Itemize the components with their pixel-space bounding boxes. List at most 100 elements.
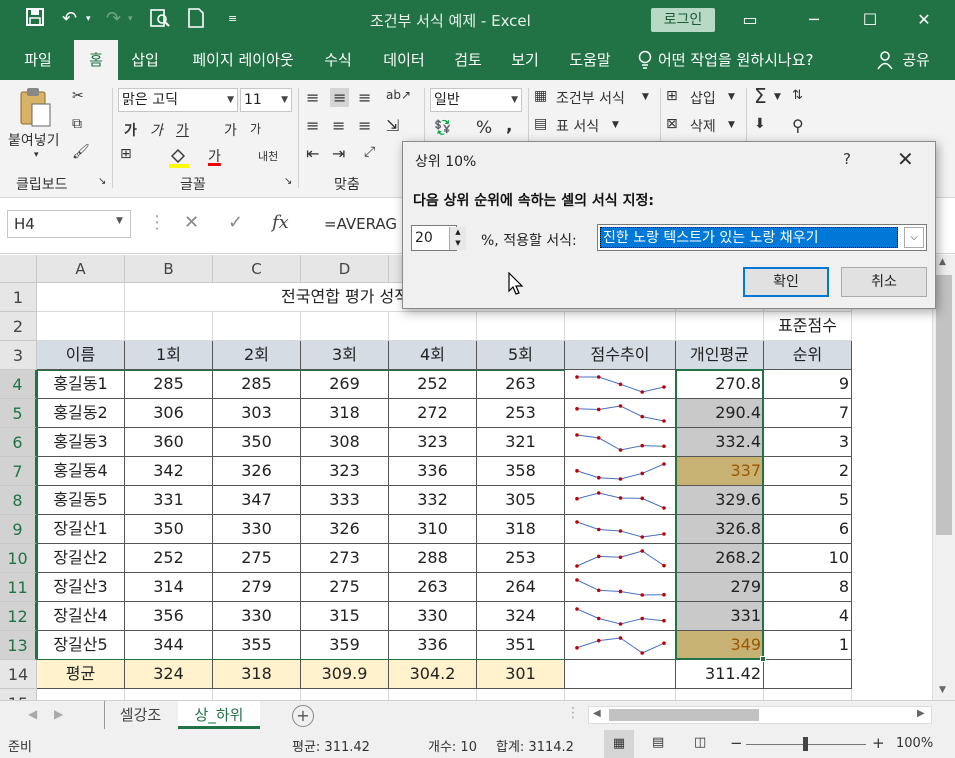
sparkline-cell[interactable]	[565, 515, 676, 544]
personal-average-cell[interactable]: 270.8	[676, 370, 764, 399]
row-header[interactable]: 1	[0, 283, 37, 312]
score-cell[interactable]: 264	[477, 573, 565, 602]
score-cell[interactable]: 315	[301, 602, 389, 631]
row-header[interactable]: 3	[0, 341, 37, 370]
zoom-slider-thumb[interactable]	[803, 737, 808, 751]
score-cell[interactable]: 303	[213, 399, 301, 428]
tab-view[interactable]: 보기	[504, 40, 546, 80]
column-header[interactable]: D	[301, 255, 389, 283]
spin-up-icon[interactable]: ▲	[450, 227, 466, 238]
conditional-format-icon[interactable]: ▦	[534, 88, 547, 104]
close-icon[interactable]: ✕	[897, 147, 914, 171]
zoom-out-icon[interactable]: −	[730, 734, 743, 752]
score-cell[interactable]: 333	[301, 486, 389, 515]
save-icon[interactable]	[26, 8, 44, 31]
new-file-icon[interactable]	[188, 8, 204, 33]
customize-qat-icon[interactable]: ≡	[228, 12, 237, 25]
tell-me-search[interactable]: 어떤 작업을 원하시나요?	[658, 40, 830, 80]
average-value-cell[interactable]: 324	[125, 660, 213, 689]
score-cell[interactable]: 326	[301, 515, 389, 544]
rank-cell[interactable]: 5	[764, 486, 852, 515]
sort-filter-icon[interactable]: ⇅	[792, 88, 803, 103]
format-select[interactable]: 진한 노랑 텍스트가 있는 노랑 채우기 ⌵	[597, 224, 927, 251]
average-label-cell[interactable]: 평균	[37, 660, 125, 689]
personal-average-cell[interactable]: 337	[676, 457, 764, 486]
chevron-down-icon[interactable]: ⌵	[904, 227, 924, 248]
sparkline-cell[interactable]	[565, 602, 676, 631]
row-header[interactable]: 15	[0, 689, 37, 700]
merge-center-icon[interactable]: ⤢	[364, 144, 375, 160]
score-cell[interactable]: 263	[389, 573, 477, 602]
sheet-tab-top-bottom[interactable]: 상_하위	[178, 701, 260, 729]
row-header[interactable]: 9	[0, 515, 37, 544]
score-cell[interactable]: 359	[301, 631, 389, 660]
sparkline-cell[interactable]	[565, 370, 676, 399]
align-middle-icon[interactable]: ≡	[330, 88, 350, 107]
tab-formulas[interactable]: 수식	[314, 40, 362, 80]
grid-cell[interactable]	[676, 312, 764, 341]
score-cell[interactable]: 275	[213, 544, 301, 573]
score-cell[interactable]: 323	[389, 428, 477, 457]
minimize-icon[interactable]: ─	[804, 10, 824, 30]
overall-average-cell[interactable]: 311.42	[676, 660, 764, 689]
score-cell[interactable]: 347	[213, 486, 301, 515]
insert-function-icon[interactable]: fx	[272, 212, 289, 233]
score-cell[interactable]: 275	[301, 573, 389, 602]
table-header-cell[interactable]: 이름	[37, 341, 125, 370]
phonetic-icon[interactable]: 내천	[258, 148, 278, 164]
align-top-icon[interactable]: ≡	[306, 88, 319, 107]
tab-split-icon[interactable]: ⋮	[566, 705, 580, 721]
score-cell[interactable]: 306	[125, 399, 213, 428]
fill-color-icon[interactable]	[168, 146, 190, 172]
row-header[interactable]: 14	[0, 660, 37, 689]
print-preview-icon[interactable]	[150, 8, 170, 33]
table-header-cell[interactable]: 2회	[213, 341, 301, 370]
horizontal-scrollbar[interactable]: ◀ ▶	[588, 706, 932, 724]
grid-cell[interactable]	[213, 689, 301, 700]
score-cell[interactable]: 324	[477, 602, 565, 631]
scroll-up-icon[interactable]: ▲	[939, 257, 946, 267]
table-header-cell[interactable]: 1회	[125, 341, 213, 370]
percent-icon[interactable]: %	[476, 118, 492, 138]
score-cell[interactable]: 330	[213, 515, 301, 544]
average-value-cell[interactable]: 318	[213, 660, 301, 689]
name-cell[interactable]: 홍길동3	[37, 428, 125, 457]
table-header-cell[interactable]: 5회	[477, 341, 565, 370]
score-cell[interactable]: 252	[125, 544, 213, 573]
table-header-cell[interactable]: 3회	[301, 341, 389, 370]
grid-cell[interactable]	[389, 689, 477, 700]
name-box[interactable]: H4	[7, 210, 131, 238]
score-cell[interactable]: 272	[389, 399, 477, 428]
rank-cell[interactable]: 8	[764, 573, 852, 602]
scroll-thumb[interactable]	[936, 275, 952, 535]
score-cell[interactable]: 252	[389, 370, 477, 399]
add-sheet-icon[interactable]: +	[292, 705, 314, 727]
close-window-icon[interactable]: ✕	[914, 10, 934, 30]
percent-spinner-input[interactable]: 20 ▲ ▼	[411, 225, 466, 251]
sparkline-cell[interactable]	[565, 631, 676, 660]
vertical-scrollbar[interactable]: ▲ ▼	[932, 255, 955, 700]
rank-cell[interactable]: 10	[764, 544, 852, 573]
rank-cell[interactable]: 2	[764, 457, 852, 486]
rank-cell[interactable]: 1	[764, 631, 852, 660]
sparkline-cell[interactable]	[565, 544, 676, 573]
tab-page-layout[interactable]: 페이지 레이아웃	[180, 40, 306, 80]
formula-input[interactable]: =AVERAG	[324, 210, 414, 238]
login-button[interactable]: 로그인	[651, 8, 715, 32]
sparkline-cell[interactable]	[565, 399, 676, 428]
grid-cell[interactable]	[565, 660, 676, 689]
grid-cell[interactable]	[125, 689, 213, 700]
table-header-cell[interactable]: 4회	[389, 341, 477, 370]
score-cell[interactable]: 263	[477, 370, 565, 399]
insert-cells-button[interactable]: 삽입	[690, 88, 716, 108]
tab-file[interactable]: 파일	[14, 40, 62, 80]
enter-icon[interactable]: ✓	[228, 212, 243, 233]
score-cell[interactable]: 358	[477, 457, 565, 486]
personal-average-cell[interactable]: 326.8	[676, 515, 764, 544]
score-cell[interactable]: 331	[125, 486, 213, 515]
row-header[interactable]: 13	[0, 631, 37, 660]
name-cell[interactable]: 홍길동4	[37, 457, 125, 486]
grow-font-button[interactable]: 가	[224, 120, 237, 140]
name-cell[interactable]: 홍길동2	[37, 399, 125, 428]
score-cell[interactable]: 360	[125, 428, 213, 457]
